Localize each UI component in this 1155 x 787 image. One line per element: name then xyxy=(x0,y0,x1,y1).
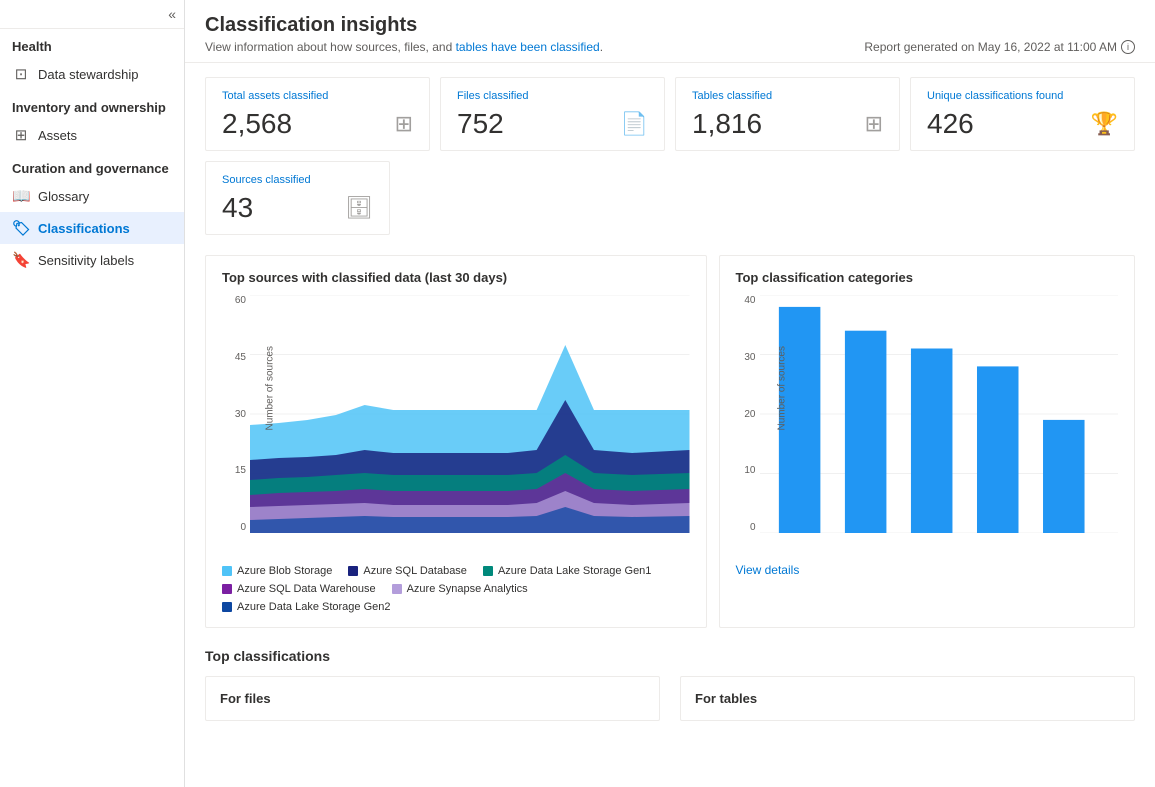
stat-value: 43 xyxy=(222,192,253,224)
for-files-title: For files xyxy=(220,691,645,706)
stat-card-sources: Sources classified 43 🗄 xyxy=(205,161,390,235)
legend-label: Azure Blob Storage xyxy=(237,565,332,577)
legend-item-sql-dw: Azure SQL Data Warehouse xyxy=(222,583,376,595)
legend-item-adls-gen1: Azure Data Lake Storage Gen1 xyxy=(483,565,651,577)
sidebar-item-data-stewardship[interactable]: ⊡ Data stewardship xyxy=(0,58,184,90)
legend-color xyxy=(222,602,232,612)
stat-value: 752 xyxy=(457,108,504,140)
sidebar-item-assets[interactable]: ⊞ Assets xyxy=(0,119,184,151)
curation-section-header: Curation and governance xyxy=(0,151,184,180)
sidebar-item-label: Classifications xyxy=(38,221,130,236)
view-details-link[interactable]: View details xyxy=(736,563,800,577)
bottom-section: Top classifications For files For tables xyxy=(185,638,1155,731)
stats-row: Total assets classified 2,568 ⊞ Files cl… xyxy=(185,63,1155,161)
legend-label: Azure Synapse Analytics xyxy=(407,583,528,595)
sidebar: « Health ⊡ Data stewardship Inventory an… xyxy=(0,0,185,787)
sidebar-item-label: Assets xyxy=(38,128,77,143)
inventory-section-header: Inventory and ownership xyxy=(0,90,184,119)
sidebar-item-sensitivity-labels[interactable]: 🔖 Sensitivity labels xyxy=(0,244,184,276)
stat-icon: 🏆 xyxy=(1091,111,1118,137)
assets-icon: ⊞ xyxy=(12,126,30,144)
area-chart-card: Top sources with classified data (last 3… xyxy=(205,255,707,628)
legend-item-blob: Azure Blob Storage xyxy=(222,565,332,577)
legend-label: Azure Data Lake Storage Gen2 xyxy=(237,601,390,613)
stat-icon: 🗄 xyxy=(345,195,373,221)
tables-link[interactable]: tables have been classified xyxy=(456,40,600,54)
bar-y-label: Number of sources xyxy=(776,346,787,430)
stat-icon: 📄 xyxy=(621,111,648,137)
area-chart-title: Top sources with classified data (last 3… xyxy=(222,270,690,285)
sidebar-item-label: Glossary xyxy=(38,189,89,204)
charts-row: Top sources with classified data (last 3… xyxy=(185,245,1155,638)
legend-item-synapse: Azure Synapse Analytics xyxy=(392,583,528,595)
stat-card-unique: Unique classifications found 426 🏆 xyxy=(910,77,1135,151)
bar-chart-title: Top classification categories xyxy=(736,270,1119,285)
sidebar-item-classifications[interactable]: 🏷 Classifications xyxy=(0,212,184,244)
page-title: Classification insights xyxy=(205,14,1135,37)
main-content: Classification insights View information… xyxy=(185,0,1155,787)
stat-label: Files classified xyxy=(457,90,648,102)
collapse-icon: « xyxy=(168,6,176,22)
info-icon: i xyxy=(1121,40,1135,54)
bar-chart-card: Top classification categories 0 10 20 30… xyxy=(719,255,1136,628)
classifications-icon: 🏷 xyxy=(12,219,30,237)
legend-label: Azure Data Lake Storage Gen1 xyxy=(498,565,651,577)
legend-color xyxy=(348,566,358,576)
bar-chart-svg: Financial Personal Government Miscellane… xyxy=(760,295,1119,533)
report-info: Report generated on May 16, 2022 at 11:0… xyxy=(864,40,1135,54)
sidebar-item-label: Data stewardship xyxy=(38,67,138,82)
stat-label: Unique classifications found xyxy=(927,90,1118,102)
for-tables-title: For tables xyxy=(695,691,1120,706)
stat-label: Sources classified xyxy=(222,174,373,186)
collapse-button[interactable]: « xyxy=(0,0,184,29)
stat-value: 2,568 xyxy=(222,108,292,140)
y-axis: 0 15 30 45 60 xyxy=(222,295,250,555)
top-classifications-title: Top classifications xyxy=(205,648,1135,664)
legend-color xyxy=(392,584,402,594)
glossary-icon: 📖 xyxy=(12,187,30,205)
bottom-cols: For files For tables xyxy=(205,676,1135,721)
stat-label: Total assets classified xyxy=(222,90,413,102)
stat-card-total-assets: Total assets classified 2,568 ⊞ xyxy=(205,77,430,151)
sensitivity-labels-icon: 🔖 xyxy=(12,251,30,269)
stat-card-tables: Tables classified 1,816 ⊞ xyxy=(675,77,900,151)
stat-card-files: Files classified 752 📄 xyxy=(440,77,665,151)
legend-color xyxy=(483,566,493,576)
data-stewardship-icon: ⊡ xyxy=(12,65,30,83)
sidebar-item-glossary[interactable]: 📖 Glossary xyxy=(0,180,184,212)
stat-icon: ⊞ xyxy=(395,111,413,137)
legend-color xyxy=(222,566,232,576)
stat-value: 1,816 xyxy=(692,108,762,140)
page-header: Classification insights View information… xyxy=(185,0,1155,63)
bar-y-axis: 0 10 20 30 40 xyxy=(736,295,760,555)
chart-legend: Azure Blob Storage Azure SQL Database Az… xyxy=(222,565,690,613)
for-files-col: For files xyxy=(205,676,660,721)
legend-label: Azure SQL Database xyxy=(363,565,467,577)
page-description: View information about how sources, file… xyxy=(205,40,603,54)
legend-color xyxy=(222,584,232,594)
for-tables-col: For tables xyxy=(680,676,1135,721)
y-axis-label: Number of sources xyxy=(265,346,276,430)
legend-label: Azure SQL Data Warehouse xyxy=(237,583,376,595)
legend-item-sql-db: Azure SQL Database xyxy=(348,565,467,577)
area-chart-svg: 4/28 4/29 5/2 5/3 5/4 5/5 5/6 5/6 5/9 5/… xyxy=(250,295,690,533)
stat-icon: ⊞ xyxy=(865,111,883,137)
sidebar-item-label: Sensitivity labels xyxy=(38,253,134,268)
stat-label: Tables classified xyxy=(692,90,883,102)
legend-item-adls-gen2: Azure Data Lake Storage Gen2 xyxy=(222,601,390,613)
stat-value: 426 xyxy=(927,108,974,140)
health-header: Health xyxy=(0,29,184,58)
